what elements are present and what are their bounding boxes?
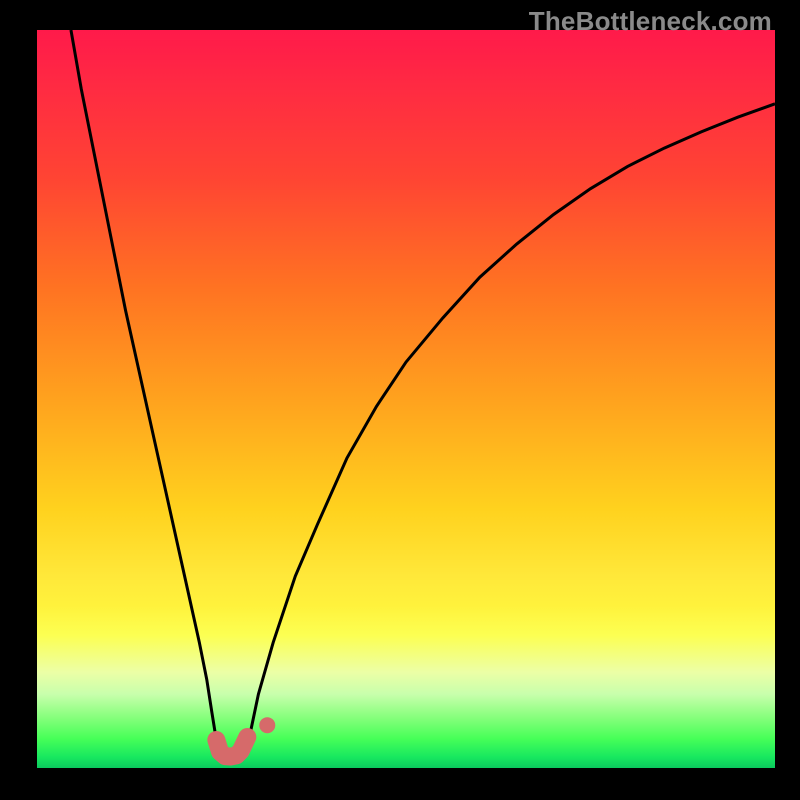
chart-svg <box>37 30 775 768</box>
series-valley-connector <box>216 737 247 757</box>
watermark-text: TheBottleneck.com <box>529 6 772 37</box>
series-left-curve <box>71 30 216 740</box>
series-valley-dot <box>259 717 275 733</box>
chart-frame: TheBottleneck.com <box>0 0 800 800</box>
series-right-curve <box>249 104 775 740</box>
